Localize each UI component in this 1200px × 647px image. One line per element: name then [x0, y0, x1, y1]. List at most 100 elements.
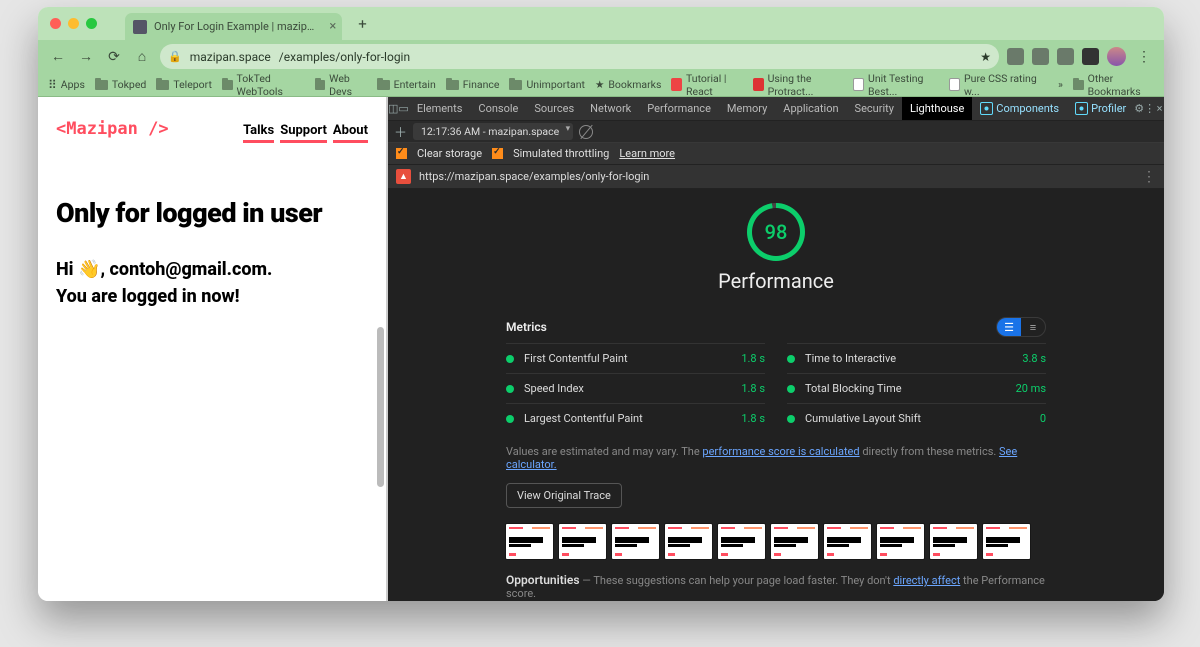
webpage: <Mazipan /> Talks Support About Only for…	[38, 97, 388, 601]
view-compact-icon[interactable]: ≡	[1021, 318, 1045, 336]
filmstrip-frame[interactable]	[506, 524, 553, 559]
back-button[interactable]: ←	[48, 48, 68, 65]
page-title: Only for logged in user	[56, 197, 368, 229]
other-bookmarks[interactable]: Other Bookmarks	[1073, 72, 1154, 98]
bookmark-star-icon[interactable]: ★	[980, 50, 991, 64]
metric-lcp: Largest Contentful Paint1.8 s	[506, 403, 765, 433]
tab-application[interactable]: Application	[775, 97, 846, 120]
report-menu-icon[interactable]: ⋮	[1142, 169, 1156, 185]
bookmark-item[interactable]: Unit Testing Best...	[853, 72, 939, 98]
bookmark-folder[interactable]: Entertain	[377, 78, 436, 91]
status-dot-icon	[506, 385, 514, 393]
score-gauge: 98 Performance	[408, 203, 1144, 293]
bookmark-item[interactable]: ★Bookmarks	[595, 78, 661, 91]
profile-avatar[interactable]	[1107, 47, 1126, 66]
opportunities-heading: Opportunities — These suggestions can he…	[506, 573, 1046, 600]
bookmark-folder[interactable]: Web Devs	[315, 72, 367, 98]
bookmark-item[interactable]: Tutorial | React	[671, 72, 743, 98]
scrollbar[interactable]	[377, 327, 384, 487]
inspect-icon[interactable]: ◫	[388, 97, 398, 120]
filmstrip-frame[interactable]	[665, 524, 712, 559]
filmstrip-frame[interactable]	[771, 524, 818, 559]
device-toggle-icon[interactable]: ▭	[398, 97, 408, 120]
bookmark-item[interactable]: Using the Protract...	[753, 72, 843, 98]
address-bar[interactable]: 🔒 mazipan.space/examples/only-for-login …	[160, 44, 999, 69]
clear-icon[interactable]	[579, 125, 593, 139]
tab-sources[interactable]: Sources	[526, 97, 582, 120]
more-icon[interactable]: ⋮	[1144, 97, 1155, 120]
devtools-tabs: ◫ ▭ Elements Console Sources Network Per…	[388, 97, 1164, 121]
new-report-button[interactable]: ＋	[394, 122, 407, 141]
filmstrip-frame[interactable]	[612, 524, 659, 559]
tab-performance[interactable]: Performance	[639, 97, 719, 120]
nav-support[interactable]: Support	[280, 123, 327, 143]
reload-button[interactable]: ⟳	[104, 49, 124, 65]
tab-components[interactable]: Components	[972, 97, 1067, 120]
lighthouse-toolbar: ＋ 12:17:36 AM - mazipan.space	[388, 121, 1164, 143]
filmstrip-frame[interactable]	[983, 524, 1030, 559]
lock-icon: 🔒	[168, 50, 182, 63]
bookmark-folder[interactable]: Finance	[446, 78, 500, 91]
status-dot-icon	[506, 415, 514, 423]
tab-close-icon[interactable]: ×	[329, 19, 336, 34]
window-controls	[50, 7, 115, 40]
bookmark-folder[interactable]: Tokped	[95, 78, 146, 91]
home-button[interactable]: ⌂	[132, 48, 152, 65]
forward-button[interactable]: →	[76, 48, 96, 65]
directly-affect-link[interactable]: directly affect	[893, 574, 960, 587]
filmstrip-frame[interactable]	[559, 524, 606, 559]
filmstrip-frame[interactable]	[718, 524, 765, 559]
label-sim-throttle: Simulated throttling	[513, 147, 609, 160]
lighthouse-report: 98 Performance Metrics ☰ ≡ First Content…	[388, 189, 1164, 601]
filmstrip-frame[interactable]	[930, 524, 977, 559]
bookmark-folder[interactable]: TokTed WebTools	[222, 72, 305, 98]
bookmark-folder[interactable]: Teleport	[156, 78, 212, 91]
bookmarks-overflow[interactable]: »	[1058, 78, 1063, 91]
browser-toolbar: ← → ⟳ ⌂ 🔒 mazipan.space/examples/only-fo…	[38, 40, 1164, 73]
react-icon	[1075, 102, 1088, 115]
view-trace-button[interactable]: View Original Trace	[506, 483, 622, 508]
settings-icon[interactable]: ⚙	[1134, 97, 1144, 120]
tab-memory[interactable]: Memory	[719, 97, 775, 120]
tab-network[interactable]: Network	[582, 97, 639, 120]
menu-icon[interactable]: ⋮	[1134, 49, 1154, 65]
maximize-window-icon[interactable]	[86, 18, 97, 29]
metric-fcp: First Contentful Paint1.8 s	[506, 343, 765, 373]
minimize-window-icon[interactable]	[68, 18, 79, 29]
extensions-menu-icon[interactable]	[1082, 48, 1099, 65]
tab-lighthouse[interactable]: Lighthouse	[902, 97, 972, 120]
metric-tti: Time to Interactive3.8 s	[787, 343, 1046, 373]
tab-elements[interactable]: Elements	[409, 97, 471, 120]
filmstrip	[506, 524, 1046, 559]
close-devtools-icon[interactable]: ×	[1155, 97, 1164, 120]
extension-icon[interactable]	[1057, 48, 1074, 65]
close-window-icon[interactable]	[50, 18, 61, 29]
bookmark-item[interactable]: Pure CSS rating w...	[949, 72, 1038, 98]
tab-strip: Only For Login Example | mazip… × +	[38, 7, 1164, 40]
browser-tab[interactable]: Only For Login Example | mazip… ×	[125, 13, 342, 40]
new-tab-button[interactable]: +	[352, 15, 373, 33]
report-selector[interactable]: 12:17:36 AM - mazipan.space	[413, 123, 573, 140]
extension-icon[interactable]	[1032, 48, 1049, 65]
lighthouse-icon: ▲	[396, 169, 411, 184]
view-expanded-icon[interactable]: ☰	[997, 318, 1021, 336]
checkbox-sim-throttle[interactable]	[492, 148, 503, 159]
extension-icon[interactable]	[1007, 48, 1024, 65]
browser-window: Only For Login Example | mazip… × + ← → …	[38, 7, 1164, 601]
filmstrip-frame[interactable]	[824, 524, 871, 559]
devtools-panel: ◫ ▭ Elements Console Sources Network Per…	[388, 97, 1164, 601]
apps-button[interactable]: ⠿Apps	[48, 78, 85, 92]
filmstrip-frame[interactable]	[877, 524, 924, 559]
nav-talks[interactable]: Talks	[243, 123, 274, 143]
tab-security[interactable]: Security	[847, 97, 902, 120]
checkbox-clear-storage[interactable]	[396, 148, 407, 159]
nav-about[interactable]: About	[333, 123, 368, 143]
metrics-label: Metrics	[506, 320, 547, 334]
tab-console[interactable]: Console	[470, 97, 526, 120]
gauge-circle: 98	[747, 203, 805, 261]
score-calc-link[interactable]: performance score is calculated	[702, 445, 859, 458]
greeting-line-2: You are logged in now!	[56, 286, 368, 307]
bookmark-folder[interactable]: Unimportant	[509, 78, 584, 91]
learn-more-link[interactable]: Learn more	[619, 147, 675, 160]
tab-profiler[interactable]: Profiler	[1067, 97, 1134, 120]
